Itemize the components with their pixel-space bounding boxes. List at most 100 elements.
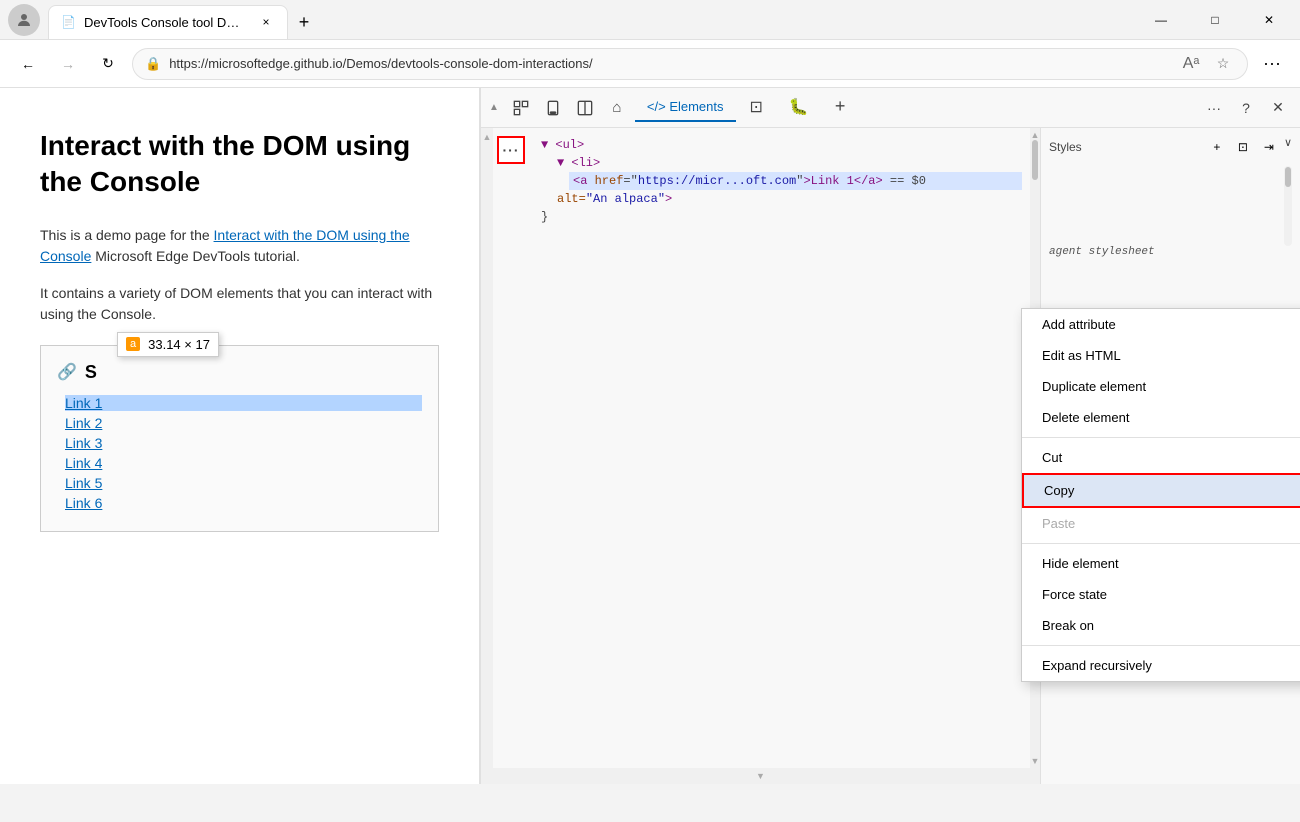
dom-bottom-scroll: ▼ <box>481 768 1040 784</box>
styles-scrollbar-area <box>1049 166 1292 246</box>
ctx-delete[interactable]: Delete element <box>1022 402 1300 433</box>
attr-href: href <box>595 174 624 188</box>
tab-console[interactable]: ⊡ <box>738 91 775 125</box>
ctx-cut[interactable]: Cut <box>1022 442 1300 473</box>
page-desc-2: It contains a variety of DOM elements th… <box>40 283 439 325</box>
section-title: S <box>85 362 97 383</box>
devtools-close-button[interactable]: ✕ <box>1264 94 1292 122</box>
ctx-break-on[interactable]: Break on ▶ <box>1022 610 1300 641</box>
page-heading: Interact with the DOM using the Console <box>40 128 439 201</box>
tab-close-button[interactable]: × <box>257 13 275 31</box>
scroll-up[interactable]: ▲ <box>1031 130 1040 140</box>
scroll-down-arrow[interactable]: ▼ <box>756 771 765 781</box>
demo-box: 🔗 S a 33.14 × 17 Link 1 Link 2 Link 3 Li… <box>40 345 439 532</box>
ctx-expand[interactable]: Expand recursively <box>1022 650 1300 681</box>
dom-scroll-up[interactable]: ▲ <box>489 102 499 113</box>
ctx-add-attribute[interactable]: Add attribute <box>1022 309 1300 340</box>
ctx-paste: Paste <box>1022 508 1300 539</box>
user-avatar <box>8 4 40 36</box>
dom-line-ul: ▼ <ul> <box>537 136 1022 154</box>
inspect-icon[interactable] <box>507 94 535 122</box>
more-dots-area: ··· <box>493 128 529 768</box>
element-tooltip: a 33.14 × 17 <box>117 332 219 357</box>
tab-sources[interactable]: 🐛 <box>777 91 821 125</box>
ul-tag: ▼ <ul> <box>541 138 584 152</box>
minimize-button[interactable]: — <box>1138 4 1184 36</box>
styles-add-icon[interactable]: + <box>1206 136 1228 158</box>
devtools-toolbar: ▲ ⌂ </> Elements ⊡ 🐛 + ··· ? ✕ <box>481 88 1300 128</box>
title-bar: 📄 DevTools Console tool DOM inte × + — □… <box>0 0 1300 40</box>
devtools-help-button[interactable]: ? <box>1232 94 1260 122</box>
device-icon[interactable] <box>539 94 567 122</box>
dom-line-li: ▼ <li> <box>553 154 1022 172</box>
link-list: Link 1 Link 2 Link 3 Link 4 Link 5 Link … <box>57 395 422 511</box>
section-link-icon: 🔗 <box>57 362 77 382</box>
li-tag: ▼ <li> <box>557 156 600 170</box>
scrollbar-thumb[interactable] <box>1032 140 1038 180</box>
link-1[interactable]: Link 1 <box>65 395 422 411</box>
webpage-content: Interact with the DOM using the Console … <box>0 88 480 784</box>
refresh-button[interactable]: ↻ <box>92 48 124 80</box>
back-button[interactable]: ← <box>12 48 44 80</box>
lock-icon: 🔒 <box>145 56 161 72</box>
address-bar: ← → ↻ 🔒 https://microsoftedge.github.io/… <box>0 40 1300 88</box>
more-dots-button[interactable]: ··· <box>497 136 525 164</box>
tag-open-a: <a <box>573 174 595 188</box>
forward-button[interactable]: → <box>52 48 84 80</box>
layout-icon[interactable] <box>571 94 599 122</box>
ctx-divider-2 <box>1022 543 1300 544</box>
page-desc-1: This is a demo page for the Interact wit… <box>40 225 439 267</box>
tab-title: DevTools Console tool DOM inte <box>84 15 249 30</box>
styles-copy-icon[interactable]: ⊡ <box>1232 136 1254 158</box>
tab-elements[interactable]: </> Elements <box>635 93 736 122</box>
alt-attr: alt= <box>557 192 586 206</box>
scroll-up-arrow[interactable]: ▲ <box>483 132 492 142</box>
dom-left-scroll: ▲ <box>481 128 493 768</box>
styles-scrollbar-thumb[interactable] <box>1285 167 1291 187</box>
ctx-hide[interactable]: Hide element <box>1022 548 1300 579</box>
styles-label: Styles <box>1049 140 1082 154</box>
devtools-more-button[interactable]: ··· <box>1200 94 1228 122</box>
favorites-icon[interactable]: ☆ <box>1211 52 1235 76</box>
maximize-button[interactable]: □ <box>1192 4 1238 36</box>
styles-arrow-icon[interactable]: ⇥ <box>1258 136 1280 158</box>
url-bar[interactable]: 🔒 https://microsoftedge.github.io/Demos/… <box>132 48 1248 80</box>
link-2[interactable]: Link 2 <box>65 415 422 431</box>
tab-add[interactable]: + <box>823 90 858 125</box>
ctx-copy[interactable]: Copy ▶ <box>1022 473 1300 508</box>
styles-scrollbar[interactable] <box>1284 166 1292 246</box>
read-aloud-icon[interactable]: Aᵃ <box>1179 52 1203 76</box>
link-4[interactable]: Link 4 <box>65 455 422 471</box>
context-menu: Add attribute Edit as HTML Duplicate ele… <box>1021 308 1300 682</box>
dom-tree: ▼ <ul> ▼ <li> <a href="https://micr...of… <box>529 128 1030 768</box>
dom-line-a[interactable]: <a href="https://micr...oft.com">Link 1<… <box>569 172 1022 190</box>
dom-line-bracket: } <box>537 208 1022 226</box>
browser-more-button[interactable]: ··· <box>1256 48 1288 80</box>
alt-value: "An alpaca" <box>586 192 665 206</box>
styles-collapse[interactable]: ∨ <box>1284 136 1292 158</box>
url-text: https://microsoftedge.github.io/Demos/de… <box>169 56 592 71</box>
link-3[interactable]: Link 3 <box>65 435 422 451</box>
ctx-duplicate[interactable]: Duplicate element <box>1022 371 1300 402</box>
devtools-tabs: </> Elements ⊡ 🐛 + <box>635 90 1196 125</box>
ctx-divider-1 <box>1022 437 1300 438</box>
new-tab-button[interactable]: + <box>288 7 320 39</box>
tab-bar: 📄 DevTools Console tool DOM inte × + <box>48 1 320 39</box>
link-6[interactable]: Link 6 <box>65 495 422 511</box>
ctx-edit-html[interactable]: Edit as HTML <box>1022 340 1300 371</box>
home-icon[interactable]: ⌂ <box>603 94 631 122</box>
url-icons: Aᵃ ☆ <box>1179 52 1235 76</box>
tooltip-dimensions: 33.14 × 17 <box>148 337 210 352</box>
tab-favicon: 📄 <box>61 15 76 29</box>
demo-box-header: 🔗 S a 33.14 × 17 <box>57 362 422 383</box>
scroll-down[interactable]: ▼ <box>1031 756 1040 766</box>
ctx-force-state[interactable]: Force state ▶ <box>1022 579 1300 610</box>
styles-header: Styles + ⊡ ⇥ ∨ <box>1049 136 1292 158</box>
close-button[interactable]: ✕ <box>1246 4 1292 36</box>
link-5[interactable]: Link 5 <box>65 475 422 491</box>
devtools-panel: ▲ ⌂ </> Elements ⊡ 🐛 + ··· ? ✕ <box>480 88 1300 784</box>
dom-line-img: alt="An alpaca"> <box>553 190 1022 208</box>
browser-tab[interactable]: 📄 DevTools Console tool DOM inte × <box>48 5 288 39</box>
styles-text: agent stylesheet <box>1049 246 1292 258</box>
main-area: Interact with the DOM using the Console … <box>0 88 1300 784</box>
